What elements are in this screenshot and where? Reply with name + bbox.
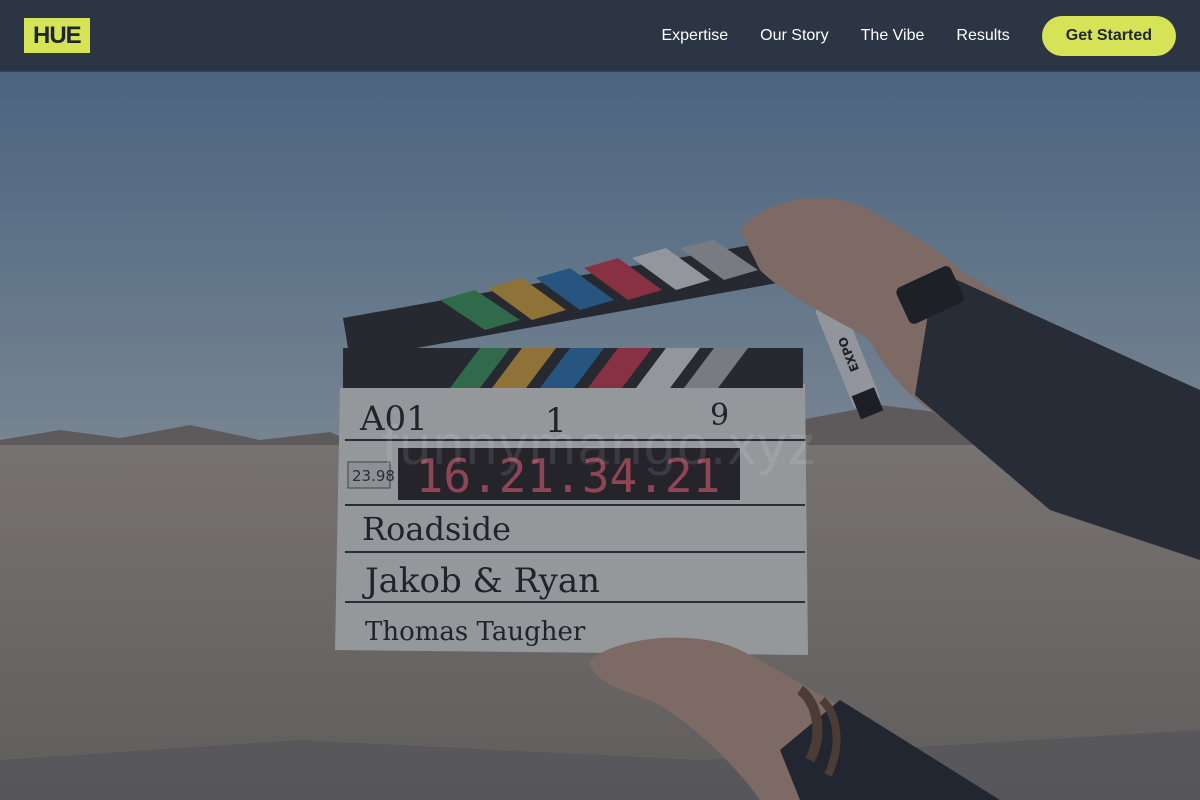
nav-link-results[interactable]: Results [956, 27, 1009, 45]
get-started-button[interactable]: Get Started [1041, 15, 1176, 56]
hero-section: 16.21.34.21 A01 1 9 23.98 Roadside Jakob… [0, 72, 1200, 800]
nav-link-our-story[interactable]: Our Story [760, 27, 828, 45]
slate-take: 9 [710, 398, 729, 433]
nav-link-the-vibe[interactable]: The Vibe [861, 27, 925, 45]
slate-fps: 23.98 [352, 467, 395, 485]
top-navbar: HUE Expertise Our Story The Vibe Results… [0, 0, 1200, 72]
nav-link-expertise[interactable]: Expertise [661, 27, 728, 45]
brand-logo[interactable]: HUE [24, 18, 90, 53]
timecode-display: 16.21.34.21 [416, 449, 721, 503]
slate-roll: A01 [359, 399, 428, 439]
slate-cam: Thomas Taugher [365, 617, 586, 647]
slate-prod: Roadside [362, 510, 511, 548]
slate-dir: Jakob & Ryan [362, 561, 600, 601]
hero-image: 16.21.34.21 A01 1 9 23.98 Roadside Jakob… [0, 72, 1200, 800]
main-nav: Expertise Our Story The Vibe Results Get… [661, 15, 1176, 56]
slate-scene: 1 [545, 401, 567, 441]
